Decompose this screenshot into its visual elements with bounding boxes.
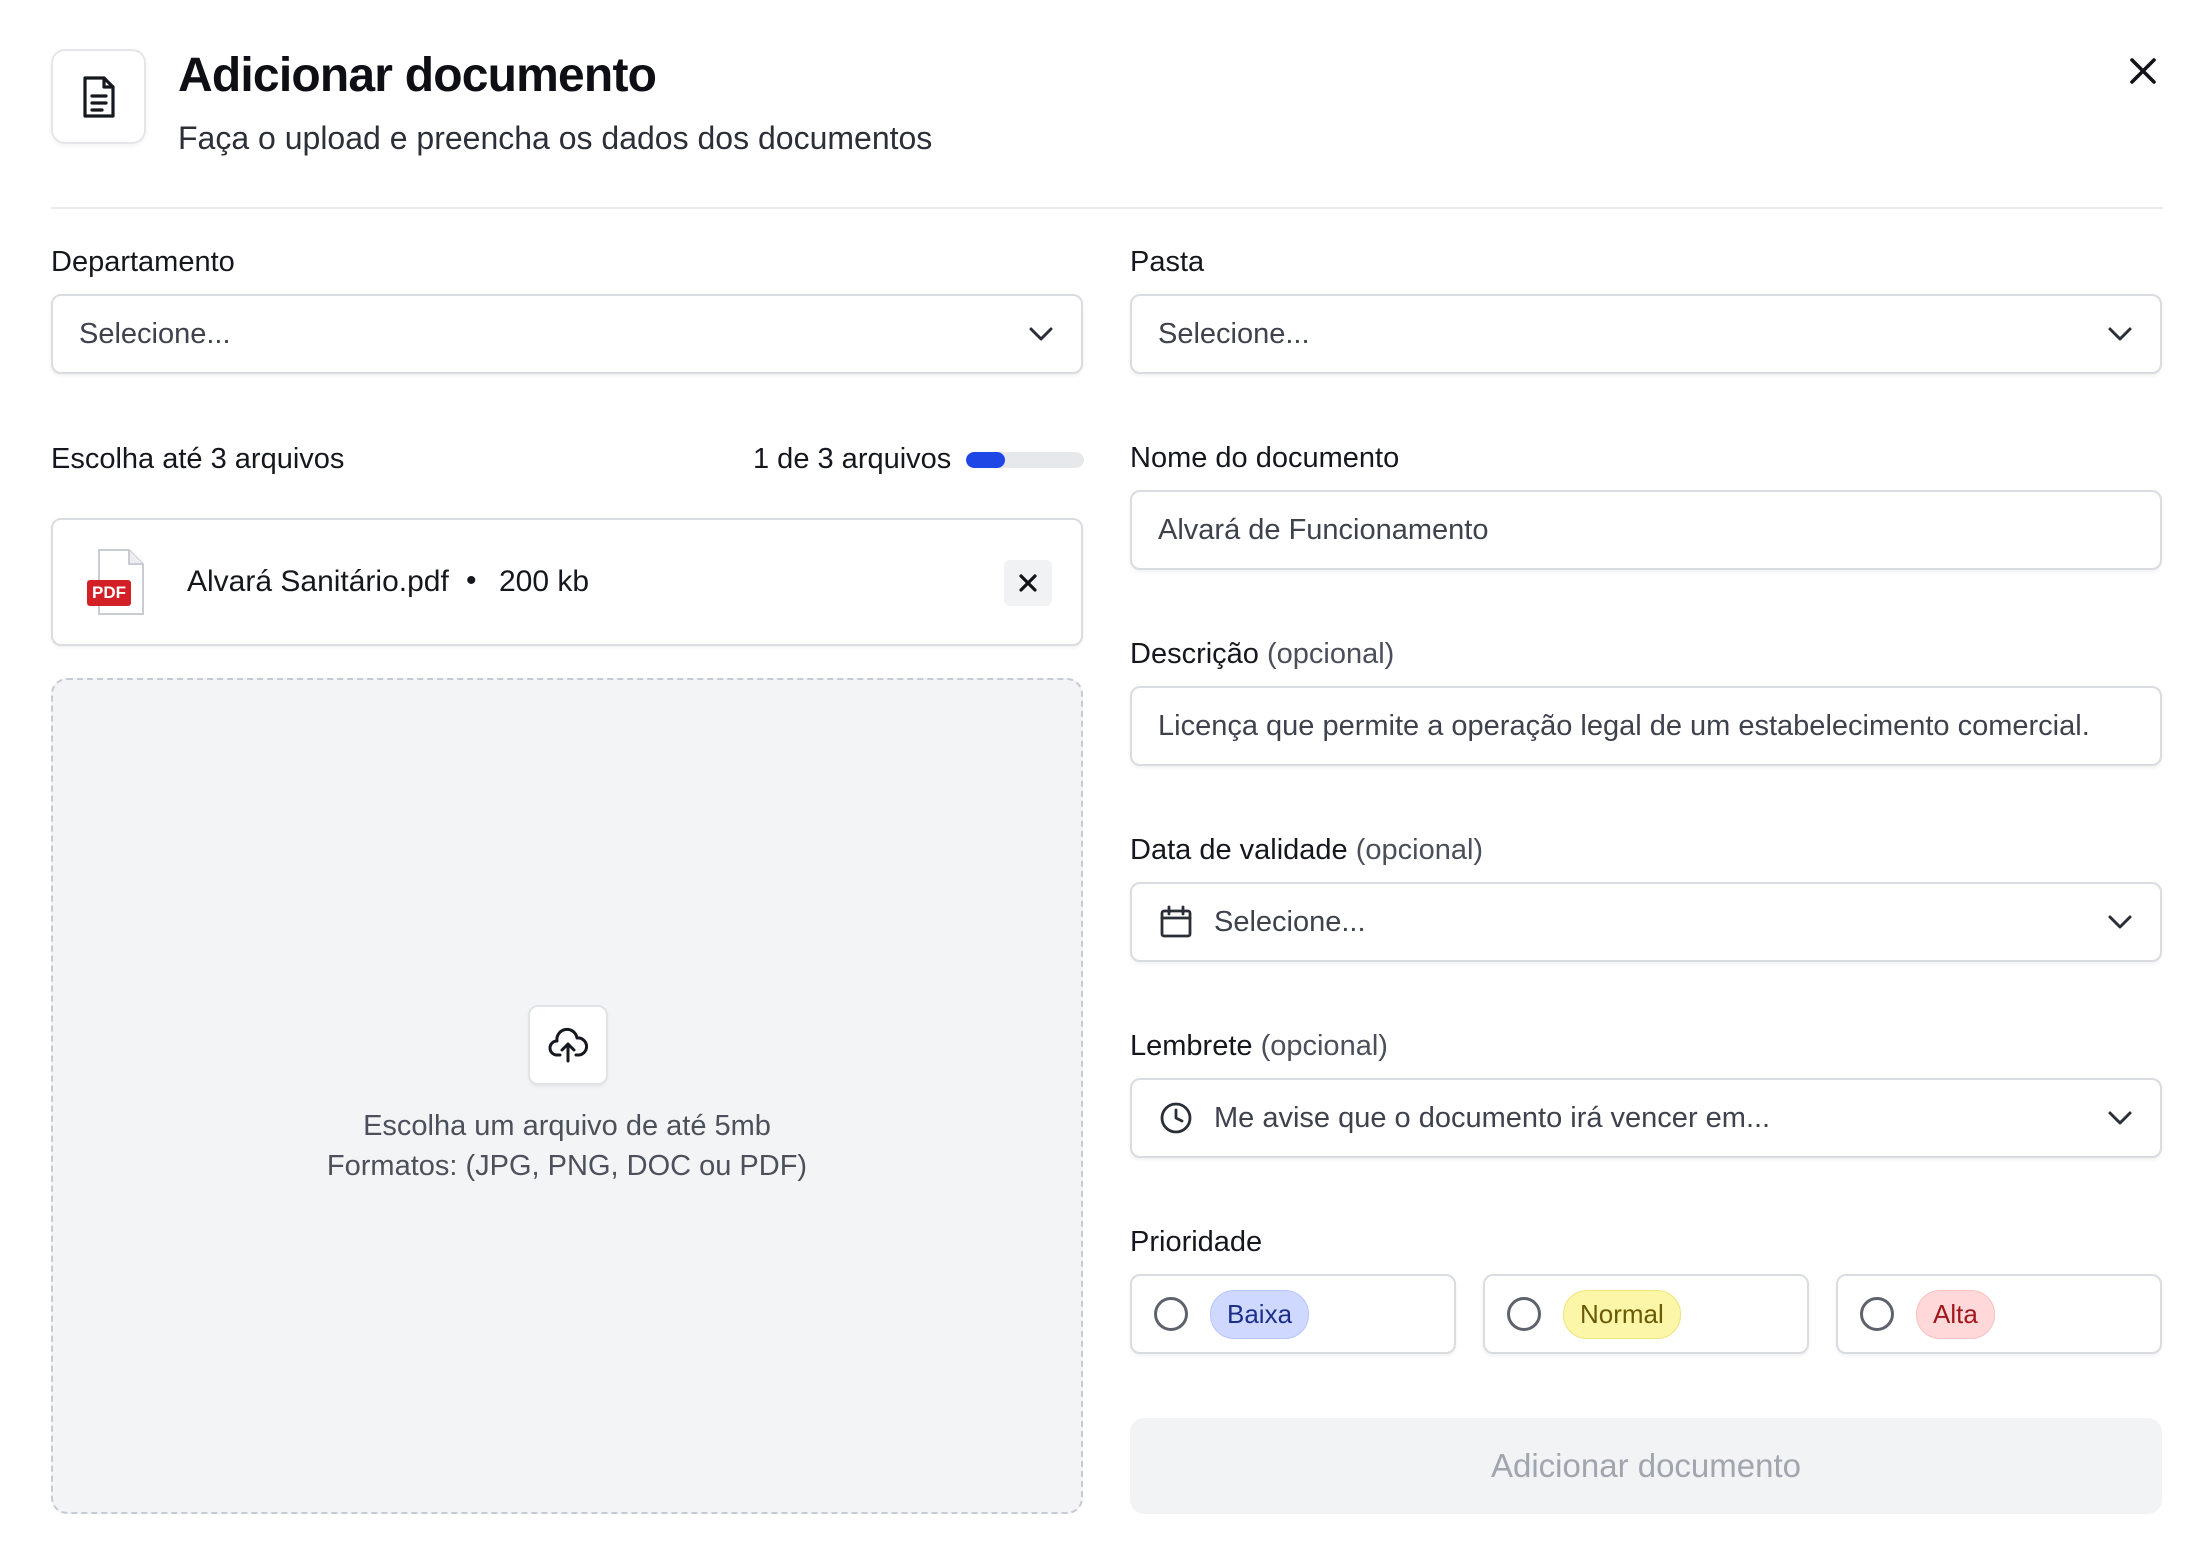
files-label: Escolha até 3 arquivos — [51, 443, 345, 475]
optional-tag: (opcional) — [1355, 834, 1484, 866]
upload-button[interactable] — [528, 1005, 608, 1085]
departamento-select[interactable]: Selecione... — [51, 294, 1083, 374]
optional-tag: (opcional) — [1267, 638, 1395, 670]
remove-file-button[interactable] — [1004, 560, 1052, 606]
departamento-placeholder: Selecione... — [79, 317, 231, 350]
files-counter: 1 de 3 arquivos — [753, 443, 952, 475]
prioridade-label: Prioridade — [1130, 1226, 1263, 1258]
file-separator: • — [466, 564, 477, 597]
pasta-label: Pasta — [1130, 246, 1205, 278]
lembrete-label: Lembrete (opcional) — [1130, 1030, 1388, 1063]
pdf-badge-label: PDF — [92, 583, 126, 602]
priority-option-alta[interactable]: Alta — [1836, 1274, 2162, 1354]
departamento-label: Departamento — [51, 246, 235, 278]
validade-placeholder: Selecione... — [1214, 905, 1366, 938]
file-item: PDF Alvará Sanitário.pdf • 200 kb — [51, 518, 1083, 646]
dropzone-size-hint: Escolha um arquivo de até 5mb — [363, 1110, 771, 1142]
validade-select[interactable]: Selecione... — [1130, 882, 2162, 962]
nome-label: Nome do documento — [1130, 442, 1400, 474]
validade-label: Data de validade (opcional) — [1130, 834, 1483, 867]
lembrete-label-text: Lembrete — [1130, 1030, 1253, 1062]
cloud-upload-icon — [548, 1027, 588, 1063]
priority-pill-alta: Alta — [1916, 1289, 1995, 1339]
dropzone-formats-hint: Formatos: (JPG, PNG, DOC ou PDF) — [326, 1150, 808, 1182]
pasta-placeholder: Selecione... — [1158, 317, 1310, 350]
modal-subtitle: Faça o upload e preencha os dados dos do… — [178, 120, 933, 156]
files-progress-bar — [966, 452, 1084, 468]
priority-option-baixa[interactable]: Baixa — [1130, 1274, 1456, 1354]
submit-button[interactable]: Adicionar documento — [1130, 1418, 2162, 1514]
priority-pill-baixa: Baixa — [1210, 1289, 1310, 1339]
close-icon — [2130, 58, 2156, 84]
files-progress-fill — [966, 452, 1006, 468]
radio-button[interactable] — [1507, 1297, 1541, 1331]
optional-tag: (opcional) — [1260, 1030, 1388, 1062]
document-icon — [51, 49, 146, 144]
close-icon — [1019, 574, 1037, 592]
priority-option-normal[interactable]: Normal — [1483, 1274, 1809, 1354]
radio-button[interactable] — [1154, 1297, 1188, 1331]
header-divider — [51, 207, 2163, 209]
file-size: 200 kb — [499, 565, 590, 598]
pasta-select[interactable]: Selecione... — [1130, 294, 2162, 374]
modal-title: Adicionar documento — [178, 49, 657, 102]
file-name: Alvará Sanitário.pdf — [187, 565, 449, 598]
chevron-down-icon — [2106, 1104, 2134, 1132]
radio-button[interactable] — [1860, 1297, 1894, 1331]
descricao-input[interactable]: Licença que permite a operação legal de … — [1130, 686, 2162, 766]
nome-input[interactable]: Alvará de Funcionamento — [1130, 490, 2162, 570]
clock-icon — [1158, 1100, 1194, 1136]
validade-label-text: Data de validade — [1130, 834, 1348, 866]
lembrete-placeholder: Me avise que o documento irá vencer em..… — [1214, 1101, 1771, 1134]
file-dropzone[interactable]: Escolha um arquivo de até 5mb Formatos: … — [51, 678, 1083, 1514]
nome-value: Alvará de Funcionamento — [1158, 513, 1489, 546]
lembrete-select[interactable]: Me avise que o documento irá vencer em..… — [1130, 1078, 2162, 1158]
descricao-label: Descrição (opcional) — [1130, 638, 1394, 671]
chevron-down-icon — [2106, 908, 2134, 936]
descricao-value: Licença que permite a operação legal de … — [1158, 709, 2090, 742]
descricao-label-text: Descrição — [1130, 638, 1259, 670]
close-button[interactable] — [2120, 48, 2166, 94]
priority-pill-normal: Normal — [1563, 1289, 1681, 1339]
pdf-file-icon: PDF — [85, 548, 151, 618]
calendar-icon — [1158, 904, 1194, 940]
add-document-modal: Adicionar documento Faça o upload e pree… — [0, 0, 2212, 1568]
chevron-down-icon — [1027, 320, 1055, 348]
chevron-down-icon — [2106, 320, 2134, 348]
